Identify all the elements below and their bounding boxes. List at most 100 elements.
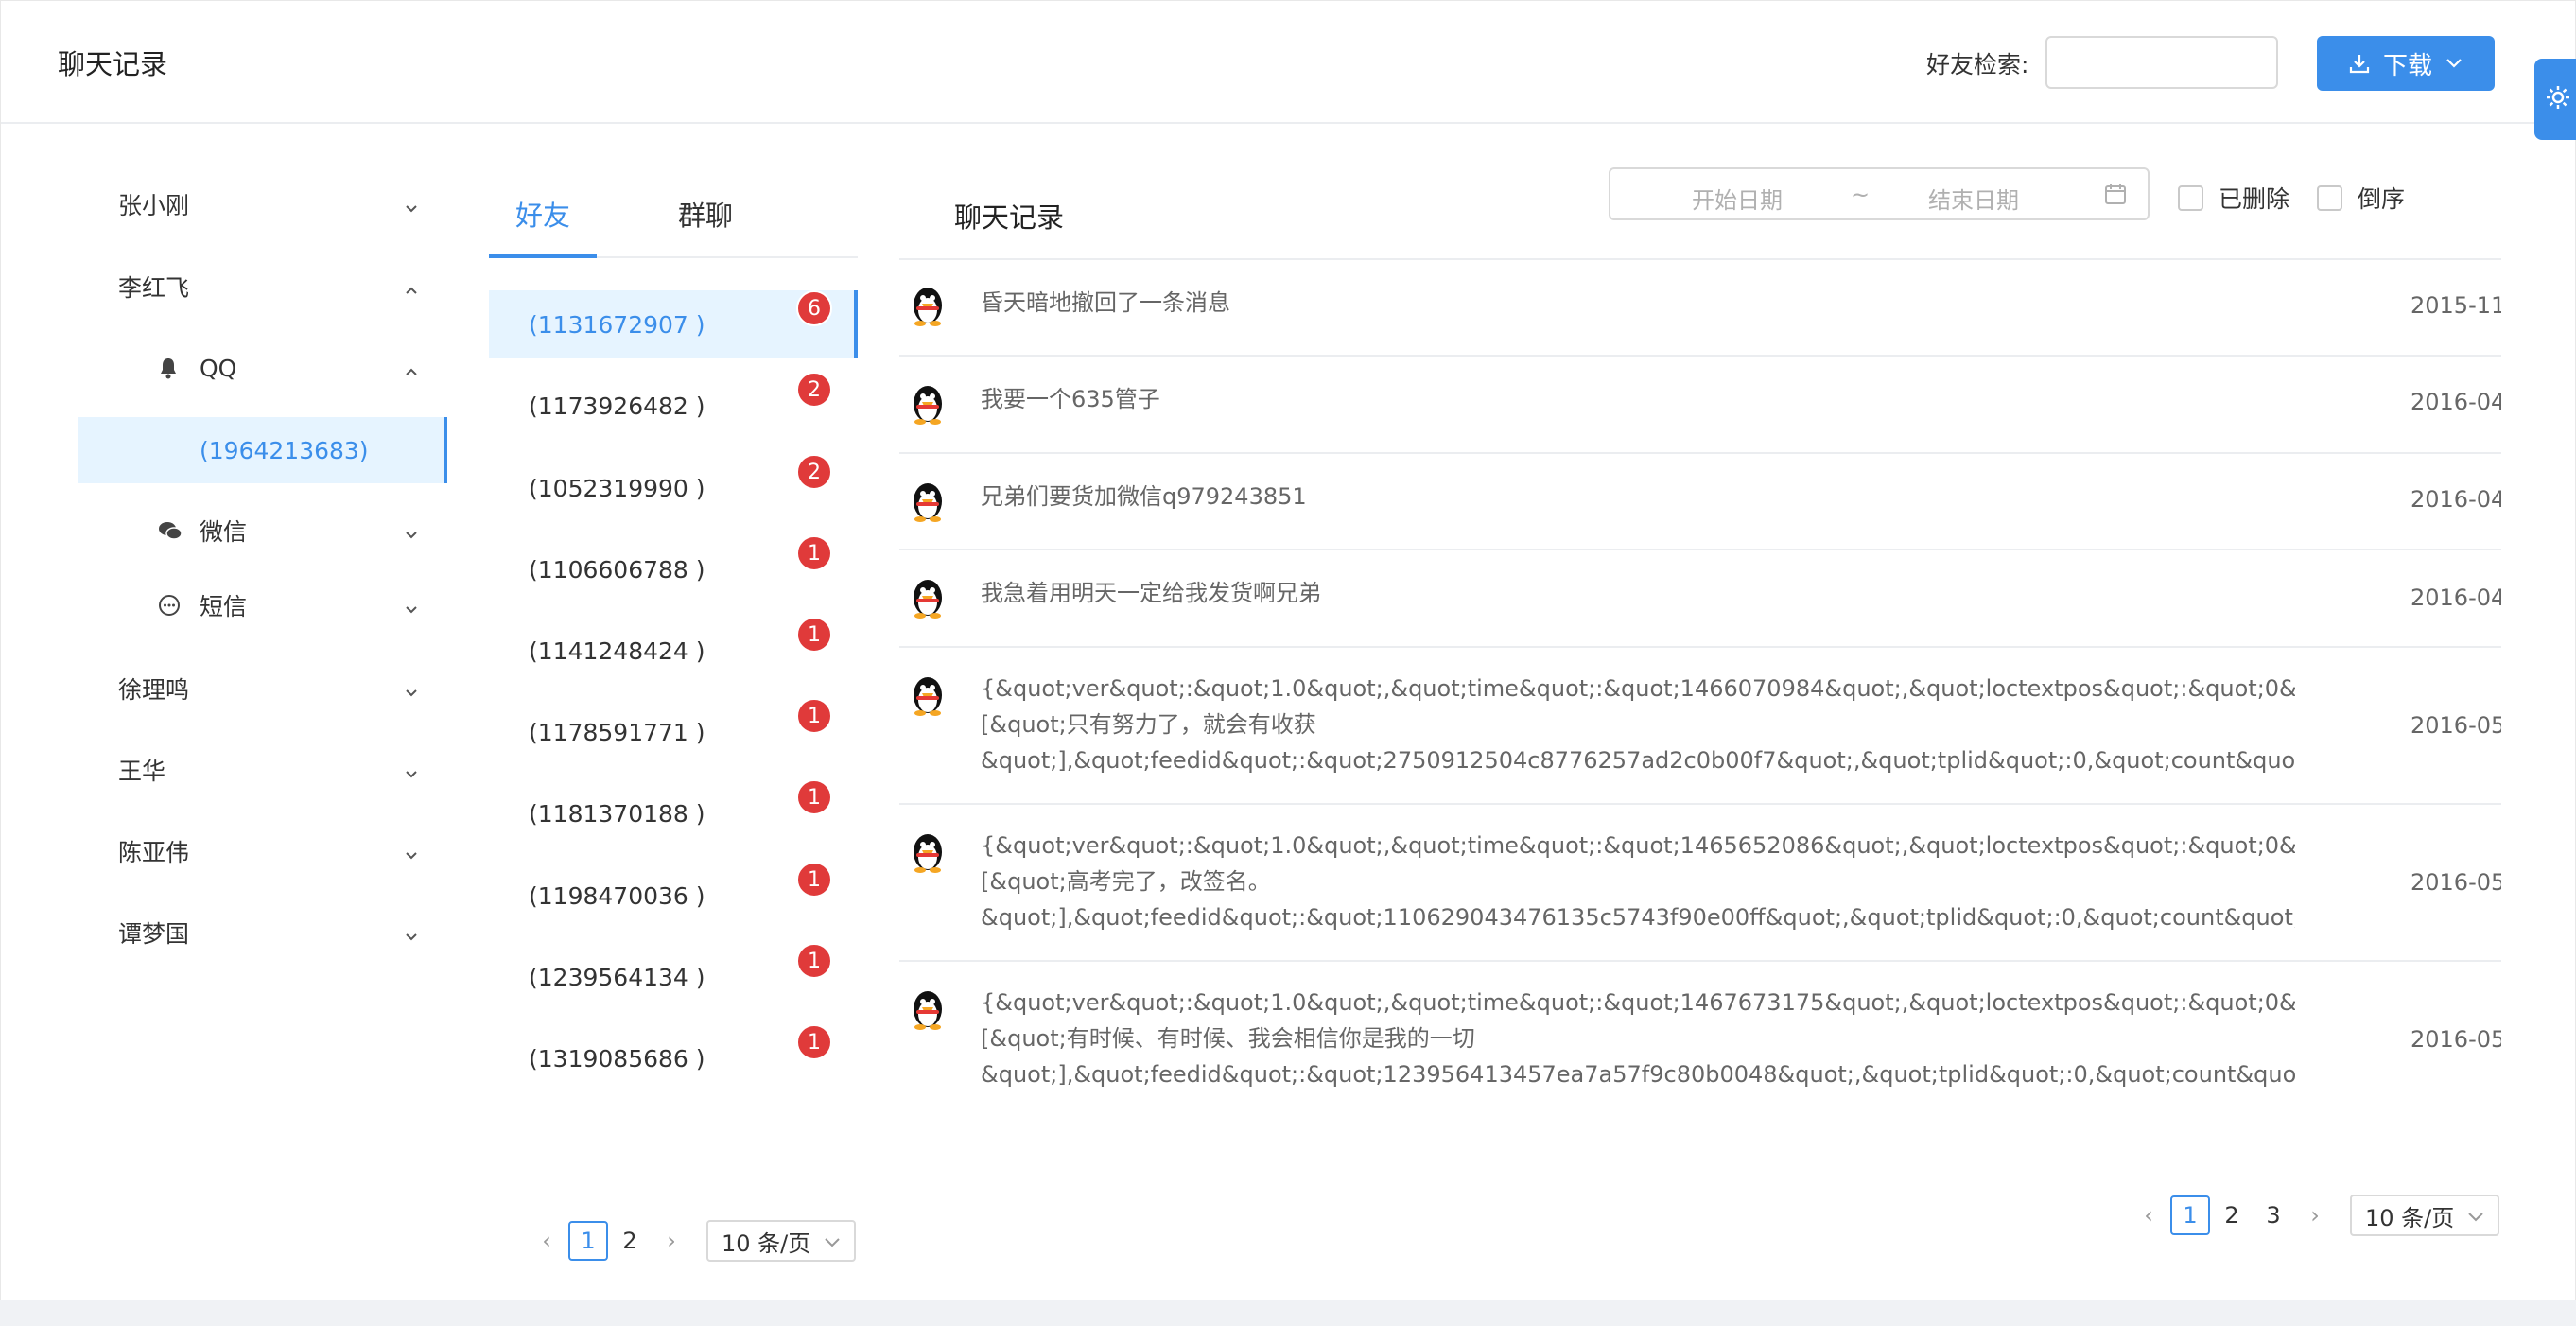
message-line: 昏天暗地撤回了一条消息	[981, 289, 1230, 316]
checkbox-box[interactable]	[2178, 184, 2203, 211]
message-line: {&quot;ver&quot;:&quot;1.0&quot;,&quot;t…	[981, 989, 2295, 1016]
chat-message: 昏天暗地撤回了一条消息 2015-11	[899, 258, 2501, 355]
qq-penguin-icon	[909, 479, 947, 526]
page-number[interactable]: 1	[568, 1221, 608, 1261]
page-size-value: 10 条/页	[722, 1230, 811, 1257]
page-number[interactable]: 2	[610, 1221, 650, 1261]
friend-pagination: ‹ 1 2 › 10 条/页	[527, 1220, 857, 1262]
next-page-icon[interactable]: ›	[2295, 1195, 2335, 1235]
nav-item-chenyawei[interactable]: 陈亚伟	[78, 818, 447, 884]
chevron-down-icon	[404, 841, 419, 868]
unread-badge: 2	[796, 372, 832, 408]
page-number[interactable]: 2	[2212, 1195, 2252, 1235]
message-line: &quot;],&quot;feedid&quot;:&quot;1106290…	[981, 904, 2295, 931]
friend-id: (1198470036 )	[529, 881, 705, 910]
unread-badge: 1	[796, 535, 832, 571]
message-icon	[158, 594, 181, 622]
chat-title: 聊天记录	[954, 201, 1065, 234]
friend-item[interactable]: (1106606788 ) 1	[489, 535, 858, 603]
friend-item[interactable]: (1141248424 ) 1	[489, 617, 858, 685]
page-size-select[interactable]: 10 条/页	[706, 1220, 857, 1262]
message-time: 2016-05	[2411, 869, 2501, 896]
message-time: 2016-04	[2411, 486, 2501, 513]
nav-item-sms[interactable]: 短信	[78, 572, 447, 638]
page-size-select[interactable]: 10 条/页	[2350, 1195, 2500, 1236]
chevron-down-icon	[404, 520, 419, 548]
nav-item-lihongfei[interactable]: 李红飞	[78, 253, 447, 320]
end-date-input[interactable]: 结束日期	[1928, 182, 2019, 215]
page-number[interactable]: 1	[2170, 1195, 2210, 1235]
qq-penguin-icon	[909, 283, 947, 330]
qq-penguin-icon	[909, 381, 947, 428]
unread-badge: 1	[796, 698, 832, 734]
chat-message: 兄弟们要货加微信q979243851 2016-04	[899, 452, 2501, 549]
message-line: 兄弟们要货加微信q979243851	[981, 483, 1307, 510]
friend-id: (1239564134 )	[529, 963, 705, 991]
wechat-icon	[158, 519, 183, 547]
chat-message: {&quot;ver&quot;:&quot;1.0&quot;,&quot;t…	[899, 803, 2501, 960]
nav-item-xulingming[interactable]: 徐理鸣	[78, 655, 447, 722]
nav-item-label: 张小刚	[118, 192, 190, 219]
message-line: [&quot;高考完了，改签名。	[981, 868, 1271, 895]
chevron-down-icon	[404, 678, 419, 706]
chevron-down-icon	[824, 1228, 841, 1254]
gear-icon	[2544, 83, 2572, 115]
page-number[interactable]: 3	[2254, 1195, 2293, 1235]
nav-item-wanghua[interactable]: 王华	[78, 737, 447, 803]
chevron-down-icon	[404, 194, 419, 221]
nav-item-label: 王华	[118, 758, 166, 785]
message-line: {&quot;ver&quot;:&quot;1.0&quot;,&quot;t…	[981, 675, 2295, 702]
friend-search-input[interactable]	[2045, 36, 2278, 89]
friend-id: (1106606788 )	[529, 555, 705, 584]
reverse-checkbox[interactable]: 倒序	[2317, 181, 2405, 215]
unread-badge: 1	[796, 1024, 832, 1060]
friend-item[interactable]: (1178591771 ) 1	[489, 698, 858, 766]
chat-pagination: ‹ 1 2 3 › 10 条/页	[2129, 1195, 2500, 1236]
page-title: 聊天记录	[58, 48, 168, 80]
friend-item[interactable]: (1181370188 ) 1	[489, 779, 858, 847]
next-page-icon[interactable]: ›	[652, 1221, 691, 1261]
prev-page-icon[interactable]: ‹	[2129, 1195, 2168, 1235]
nav-item-tanmengguo[interactable]: 谭梦国	[78, 899, 447, 966]
nav-item-label: QQ	[200, 354, 237, 382]
friend-search-label: 好友检索:	[1926, 51, 2029, 79]
friend-item[interactable]: (1319085686 ) 1	[489, 1024, 858, 1092]
message-time: 2015-11	[2411, 292, 2501, 319]
friend-item[interactable]: (1173926482 ) 2	[489, 372, 858, 440]
chat-message: 我要一个635管子 2016-04	[899, 355, 2501, 452]
friend-id: (1141248424 )	[529, 637, 705, 665]
chevron-down-icon	[404, 922, 419, 950]
message-time: 2016-05	[2411, 1026, 2501, 1053]
qq-penguin-icon	[909, 672, 947, 720]
deleted-checkbox[interactable]: 已删除	[2178, 181, 2289, 215]
nav-item-qq[interactable]: QQ	[78, 335, 447, 401]
friend-id: (1131672907 )	[529, 310, 705, 339]
bell-icon	[158, 357, 179, 385]
chevron-up-icon	[404, 276, 419, 304]
prev-page-icon[interactable]: ‹	[527, 1221, 566, 1261]
settings-tab[interactable]	[2534, 59, 2576, 140]
nav-item-wechat[interactable]: 微信	[78, 497, 447, 564]
nav-item-qq-account[interactable]: (1964213683)	[78, 417, 447, 483]
download-icon	[2349, 53, 2370, 74]
friend-item[interactable]: (1198470036 ) 1	[489, 862, 858, 930]
date-range-picker[interactable]: 开始日期 ~ 结束日期	[1609, 167, 2150, 220]
friend-id: (1319085686 )	[529, 1044, 705, 1073]
friend-item[interactable]: (1131672907 ) 6	[489, 290, 858, 358]
message-line: 我要一个635管子	[981, 386, 1160, 412]
friend-id: (1181370188 )	[529, 799, 705, 828]
friend-item[interactable]: (1239564134 ) 1	[489, 943, 858, 1011]
start-date-input[interactable]: 开始日期	[1692, 182, 1783, 215]
friend-item[interactable]: (1052319990 ) 2	[489, 454, 858, 522]
download-button[interactable]: 下载	[2317, 36, 2495, 91]
nav-item-label: 陈亚伟	[118, 839, 190, 866]
friend-id: (1178591771 )	[529, 718, 705, 746]
nav-item-label: 徐理鸣	[118, 676, 190, 704]
nav-item-zhangxiaogang[interactable]: 张小刚	[78, 171, 447, 237]
tab-groups[interactable]: 群聊	[678, 194, 733, 234]
calendar-icon	[2104, 183, 2127, 211]
page-size-value: 10 条/页	[2365, 1204, 2455, 1231]
chevron-up-icon	[404, 358, 419, 385]
checkbox-box[interactable]	[2317, 184, 2342, 211]
tab-friends[interactable]: 好友	[515, 194, 570, 234]
